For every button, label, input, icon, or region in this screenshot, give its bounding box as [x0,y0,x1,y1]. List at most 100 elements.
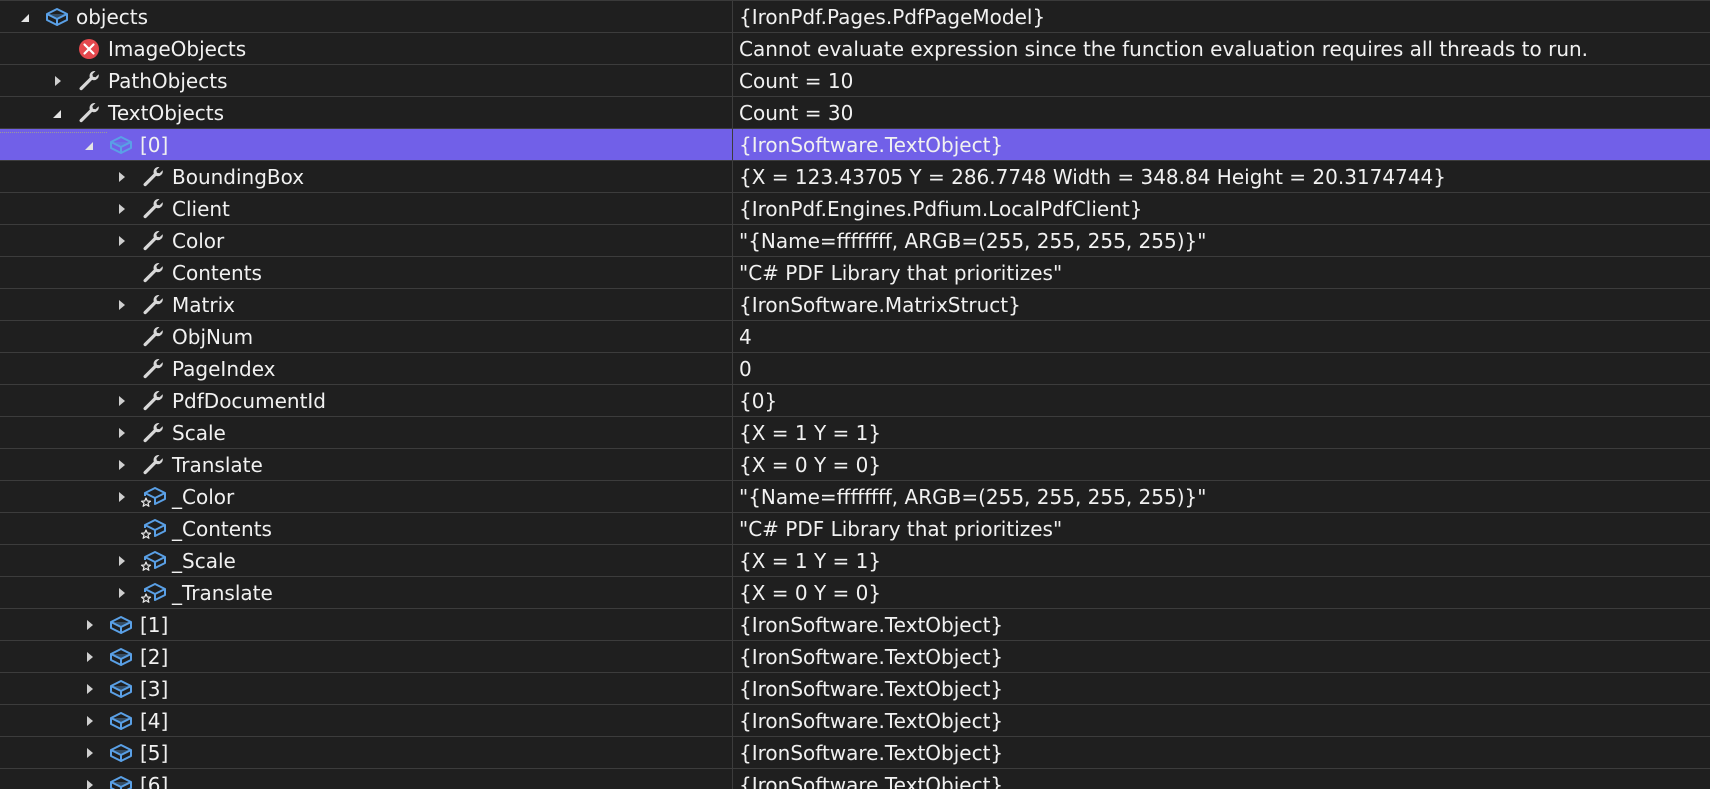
variable-row-contents[interactable]: Contents "C# PDF Library that prioritizes… [0,257,1710,289]
name-cell[interactable]: ImageObjects [0,33,733,64]
expand-arrow-icon[interactable] [114,225,130,257]
variable-value[interactable]: 0 [733,353,1710,384]
variable-row-6[interactable]: [6] {IronSoftware.TextObject} [0,769,1710,789]
variable-row-matrix[interactable]: Matrix {IronSoftware.MatrixStruct} [0,289,1710,321]
variable-row-5[interactable]: [5] {IronSoftware.TextObject} [0,737,1710,769]
variable-value[interactable]: Cannot evaluate expression since the fun… [733,33,1710,64]
expand-arrow-icon[interactable] [82,769,98,789]
variable-value[interactable]: {IronSoftware.TextObject} [733,705,1710,736]
variable-value[interactable]: {IronSoftware.TextObject} [733,129,1710,160]
variable-value[interactable]: {IronSoftware.TextObject} [733,737,1710,768]
variable-value[interactable]: Count = 10 [733,65,1710,96]
variable-value[interactable]: {X = 1 Y = 1} [733,545,1710,576]
expand-arrow-icon[interactable] [82,609,98,641]
name-cell[interactable]: Matrix [0,289,733,320]
variable-value[interactable]: "{Name=ffffffff, ARGB=(255, 255, 255, 25… [733,481,1710,512]
variable-row-color[interactable]: Color "{Name=ffffffff, ARGB=(255, 255, 25… [0,225,1710,257]
name-cell[interactable]: PageIndex [0,353,733,384]
name-cell[interactable]: Client [0,193,733,224]
wrench-icon [140,325,166,349]
expand-arrow-icon[interactable] [114,417,130,449]
variable-name: [3] [140,677,169,701]
variable-row-contents[interactable]: _Contents "C# PDF Library that prioritize… [0,513,1710,545]
variable-value[interactable]: {IronSoftware.MatrixStruct} [733,289,1710,320]
name-cell[interactable]: [2] [0,641,733,672]
collapse-arrow-icon[interactable] [50,97,66,129]
variable-row-scale[interactable]: _Scale {X = 1 Y = 1} [0,545,1710,577]
variable-row-1[interactable]: [1] {IronSoftware.TextObject} [0,609,1710,641]
variable-value[interactable]: "{Name=ffffffff, ARGB=(255, 255, 255, 25… [733,225,1710,256]
expand-arrow-icon[interactable] [114,577,130,609]
variable-row-imageobjects[interactable]: ImageObjects Cannot evaluate expression s… [0,33,1710,65]
variable-row-pdfdocumentid[interactable]: PdfDocumentId {0} [0,385,1710,417]
name-cell[interactable]: Scale [0,417,733,448]
variable-value[interactable]: {X = 123.43705 Y = 286.7748 Width = 348.… [733,161,1710,192]
name-cell[interactable]: [5] [0,737,733,768]
variable-name: _Contents [172,517,272,541]
name-cell[interactable]: objects [0,1,733,32]
variable-value[interactable]: {X = 0 Y = 0} [733,449,1710,480]
variable-row-translate[interactable]: _Translate {X = 0 Y = 0} [0,577,1710,609]
variable-value[interactable]: {X = 1 Y = 1} [733,417,1710,448]
name-cell[interactable]: Translate [0,449,733,480]
name-cell[interactable]: [0] [0,129,733,160]
variable-row-textobjects[interactable]: TextObjects Count = 30 [0,97,1710,129]
collapse-arrow-icon[interactable] [82,129,98,161]
name-cell[interactable]: TextObjects [0,97,733,128]
variable-value[interactable]: {IronSoftware.TextObject} [733,609,1710,640]
variable-value[interactable]: "C# PDF Library that prioritizes" [733,513,1710,544]
expand-arrow-icon[interactable] [50,65,66,97]
variable-row-4[interactable]: [4] {IronSoftware.TextObject} [0,705,1710,737]
name-cell[interactable]: [1] [0,609,733,640]
name-cell[interactable]: PathObjects [0,65,733,96]
expand-arrow-icon[interactable] [114,385,130,417]
variable-value[interactable]: {IronSoftware.TextObject} [733,641,1710,672]
expand-arrow-icon[interactable] [82,737,98,769]
variable-value[interactable]: "C# PDF Library that prioritizes" [733,257,1710,288]
name-cell[interactable]: [4] [0,705,733,736]
name-cell[interactable]: BoundingBox [0,161,733,192]
variable-value[interactable]: {IronSoftware.TextObject} [733,673,1710,704]
variable-row-color[interactable]: _Color "{Name=ffffffff, ARGB=(255, 255, 2… [0,481,1710,513]
collapse-arrow-icon[interactable] [18,1,34,33]
variable-value[interactable]: {IronSoftware.TextObject} [733,769,1710,789]
name-cell[interactable]: _Translate [0,577,733,608]
variable-row-2[interactable]: [2] {IronSoftware.TextObject} [0,641,1710,673]
name-cell[interactable]: ObjNum [0,321,733,352]
name-cell[interactable]: Contents [0,257,733,288]
expand-arrow-icon[interactable] [114,481,130,513]
variable-row-scale[interactable]: Scale {X = 1 Y = 1} [0,417,1710,449]
variable-row-3[interactable]: [3] {IronSoftware.TextObject} [0,673,1710,705]
variable-value[interactable]: Count = 30 [733,97,1710,128]
field-icon [140,517,166,541]
name-cell[interactable]: [6] [0,769,733,789]
name-cell[interactable]: _Contents [0,513,733,544]
name-cell[interactable]: Color [0,225,733,256]
expand-arrow-icon[interactable] [82,705,98,737]
name-cell[interactable]: _Scale [0,545,733,576]
variable-row-boundingbox[interactable]: BoundingBox {X = 123.43705 Y = 286.7748 W… [0,161,1710,193]
variable-value[interactable]: {0} [733,385,1710,416]
variable-row-translate[interactable]: Translate {X = 0 Y = 0} [0,449,1710,481]
variable-row-0[interactable]: [0] {IronSoftware.TextObject} [0,129,1710,161]
variable-value[interactable]: {X = 0 Y = 0} [733,577,1710,608]
expand-arrow-icon[interactable] [114,289,130,321]
expand-arrow-icon[interactable] [82,673,98,705]
expand-arrow-icon[interactable] [114,161,130,193]
variable-row-pageindex[interactable]: PageIndex 0 [0,353,1710,385]
variable-value[interactable]: {IronPdf.Pages.PdfPageModel} [733,1,1710,32]
name-cell[interactable]: [3] [0,673,733,704]
variable-row-pathobjects[interactable]: PathObjects Count = 10 [0,65,1710,97]
expand-arrow-icon[interactable] [114,545,130,577]
variable-name: ImageObjects [108,37,247,61]
expand-arrow-icon[interactable] [82,641,98,673]
variable-value[interactable]: {IronPdf.Engines.Pdfium.LocalPdfClient} [733,193,1710,224]
variable-row-objnum[interactable]: ObjNum 4 [0,321,1710,353]
variable-value[interactable]: 4 [733,321,1710,352]
name-cell[interactable]: _Color [0,481,733,512]
name-cell[interactable]: PdfDocumentId [0,385,733,416]
expand-arrow-icon[interactable] [114,193,130,225]
variable-row-client[interactable]: Client {IronPdf.Engines.Pdfium.LocalPdfCl… [0,193,1710,225]
variable-row-objects[interactable]: objects {IronPdf.Pages.PdfPageModel} [0,1,1710,33]
expand-arrow-icon[interactable] [114,449,130,481]
